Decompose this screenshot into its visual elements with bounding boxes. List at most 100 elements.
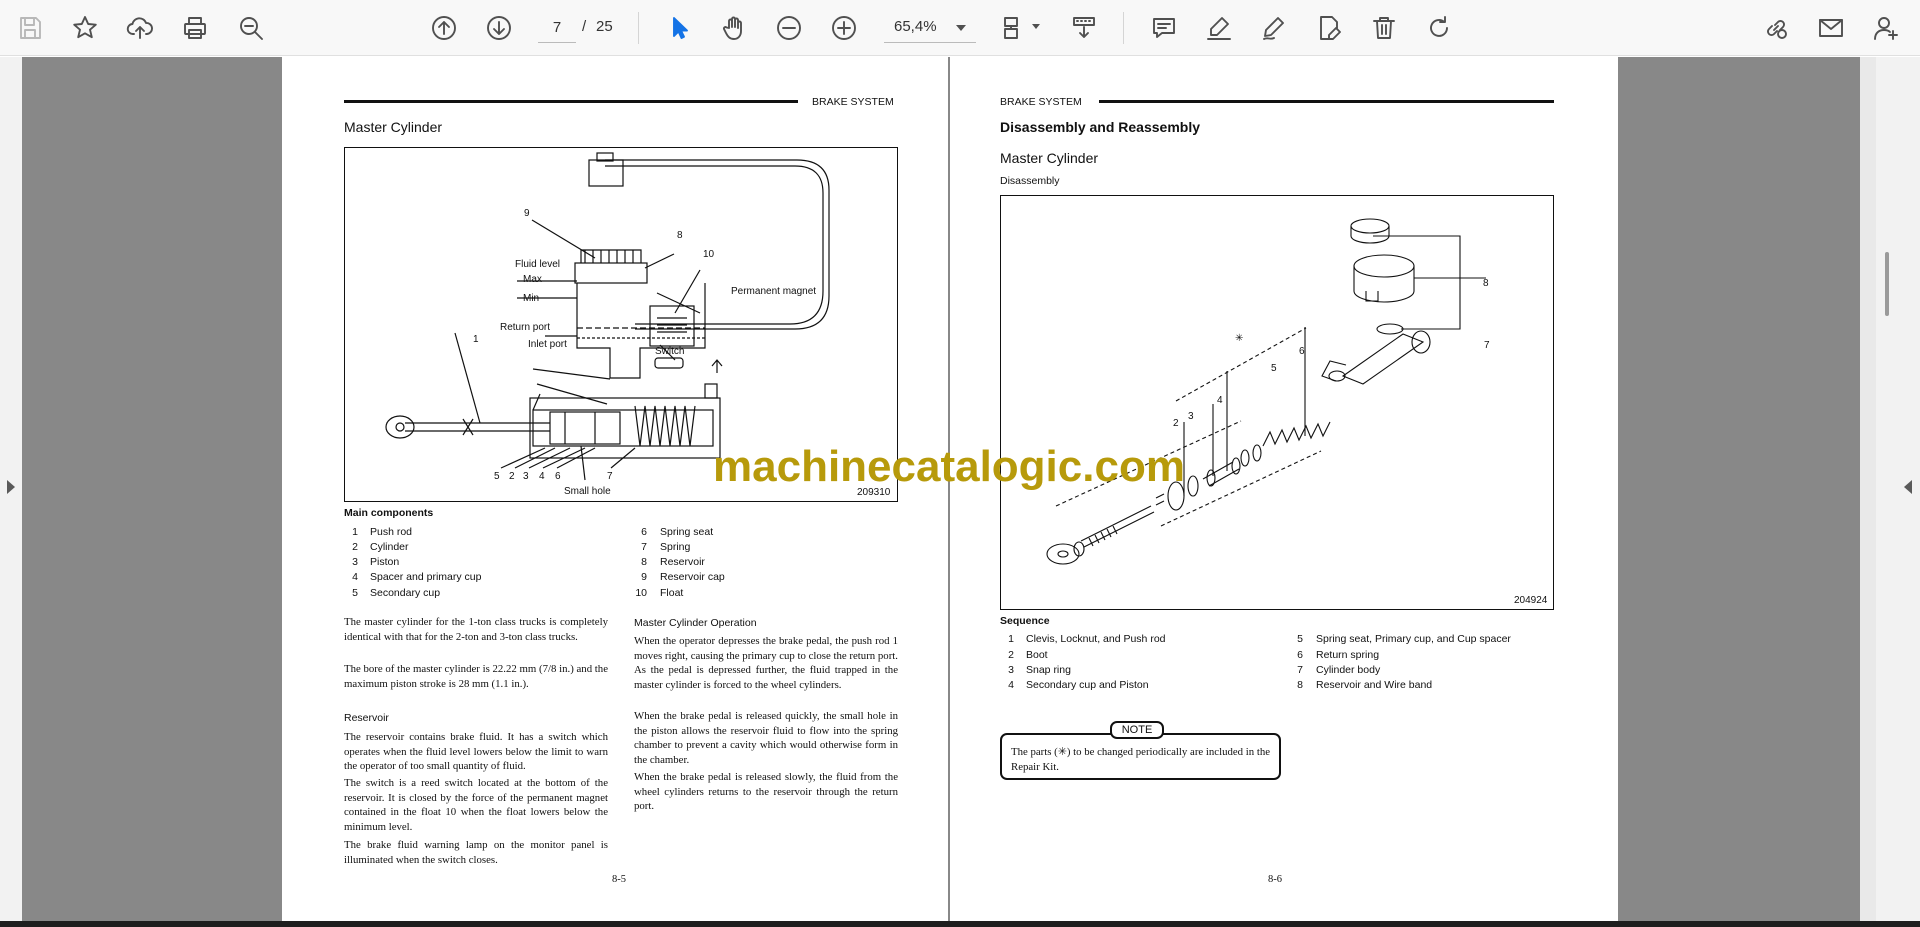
expand-right-panel-icon[interactable] — [1904, 480, 1912, 494]
upload-icon[interactable] — [122, 10, 158, 46]
running-header: BRAKE SYSTEM — [1000, 96, 1082, 108]
hand-icon[interactable] — [716, 10, 752, 46]
figure-label: Max — [523, 274, 542, 285]
pointer-icon[interactable] — [661, 10, 697, 46]
zoom-select[interactable]: 65,4% — [884, 13, 976, 43]
printer-icon[interactable] — [177, 10, 213, 46]
arrow-down-icon[interactable] — [481, 10, 517, 46]
figure-label: 3 — [523, 471, 529, 482]
figure-label: 7 — [1484, 340, 1490, 351]
figure-label: Switch — [655, 346, 684, 357]
scroll-mode-icon[interactable] — [1066, 10, 1102, 46]
sequence-label: Reservoir and Wire band — [1316, 679, 1433, 691]
highlighter-icon[interactable] — [1201, 10, 1237, 46]
left-panel-rail — [0, 57, 22, 921]
figure-label: 1 — [473, 334, 479, 345]
expand-left-panel-icon[interactable] — [7, 480, 15, 494]
right-panel-rail — [1876, 57, 1920, 921]
arrow-up-icon[interactable] — [426, 10, 462, 46]
sequence-number: 1 — [1008, 633, 1014, 645]
figure-label: Fluid level — [515, 259, 560, 270]
figure-label: Inlet port — [528, 339, 567, 350]
figure-label: Return port — [500, 322, 550, 333]
section-title: Master Cylinder — [344, 119, 443, 135]
toolbar-divider — [638, 12, 639, 44]
sequence-number: 3 — [1008, 664, 1014, 676]
running-header: BRAKE SYSTEM — [812, 96, 894, 108]
comment-icon[interactable] — [1146, 10, 1182, 46]
component-label: Reservoir cap — [660, 571, 725, 583]
page-total: 25 — [596, 18, 613, 35]
add-user-icon[interactable] — [1868, 10, 1904, 46]
figure-label: 8 — [1483, 278, 1489, 289]
sequence-label: Spring seat, Primary cup, and Cup spacer — [1316, 633, 1511, 645]
sequence-label: Return spring — [1316, 649, 1380, 661]
component-number: 3 — [352, 556, 358, 568]
component-number: 10 — [635, 587, 647, 599]
header-rule — [344, 100, 798, 103]
rotate-icon[interactable] — [1421, 10, 1457, 46]
figure-label: 7 — [607, 471, 613, 482]
save-icon[interactable] — [12, 10, 48, 46]
note-text: The parts (✳) to be changed periodically… — [1011, 746, 1271, 773]
body-paragraph: When the operator depresses the brake pe… — [634, 635, 898, 691]
figure-label: 10 — [703, 249, 715, 260]
zoom-value: 65,4% — [894, 18, 937, 35]
section-subtitle: Master Cylinder — [1000, 150, 1099, 166]
component-label: Reservoir — [660, 556, 705, 568]
page-number: 8-5 — [612, 874, 626, 885]
component-label: Push rod — [370, 526, 413, 538]
component-number: 6 — [641, 526, 647, 538]
magnifier-icon[interactable] — [233, 10, 269, 46]
body-paragraph: The bore of the master cylinder is 22.22… — [344, 663, 608, 690]
sequence-number: 7 — [1297, 664, 1303, 676]
header-rule — [1099, 100, 1554, 103]
component-number: 8 — [641, 556, 647, 568]
component-number: 7 — [641, 541, 647, 553]
body-paragraph: The master cylinder for the 1-ton class … — [344, 616, 608, 643]
figure-label: 5 — [1271, 363, 1277, 374]
pen-icon[interactable] — [1256, 10, 1292, 46]
trash-icon[interactable] — [1366, 10, 1402, 46]
zoom-in-icon[interactable] — [826, 10, 862, 46]
component-label: Cylinder — [370, 541, 409, 553]
figure-label: 9 — [524, 208, 530, 219]
page-number-input[interactable] — [538, 13, 576, 43]
sequence-label: Snap ring — [1026, 664, 1071, 676]
asterisk-icon: ✳ — [1235, 333, 1243, 344]
body-paragraph: When the brake pedal is released quickly… — [634, 710, 898, 766]
sequence-number: 5 — [1297, 633, 1303, 645]
component-number: 4 — [352, 571, 358, 583]
components-heading: Main components — [344, 507, 434, 519]
toolbar: / 25 65,4% — [0, 0, 1920, 56]
chevron-down-icon[interactable] — [1032, 24, 1040, 29]
figure-label: Min — [523, 293, 539, 304]
window-edge — [0, 921, 1920, 927]
component-label: Piston — [370, 556, 400, 568]
sequence-label: Boot — [1026, 649, 1048, 661]
mail-icon[interactable] — [1813, 10, 1849, 46]
figure-label: 3 — [1188, 411, 1194, 422]
zoom-out-icon[interactable] — [771, 10, 807, 46]
section-title: Disassembly and Reassembly — [1000, 119, 1200, 135]
figure-label: 8 — [677, 230, 683, 241]
fit-page-icon[interactable] — [996, 10, 1032, 46]
subheading: Reservoir — [344, 712, 389, 724]
body-paragraph: The brake fluid warning lamp on the moni… — [344, 839, 608, 866]
figure-label: 2 — [1173, 418, 1179, 429]
component-number: 5 — [352, 587, 358, 599]
component-number: 1 — [352, 526, 358, 538]
sequence-number: 4 — [1008, 679, 1014, 691]
scrollbar-thumb[interactable] — [1885, 252, 1889, 316]
page-separator: / — [582, 18, 587, 35]
toolbar-divider — [1123, 12, 1124, 44]
share-link-icon[interactable] — [1758, 10, 1794, 46]
section-subsubtitle: Disassembly — [1000, 175, 1060, 187]
figure-label: 5 — [494, 471, 500, 482]
edit-pdf-icon[interactable] — [1311, 10, 1347, 46]
component-number: 2 — [352, 541, 358, 553]
scrollbar[interactable] — [1860, 57, 1876, 921]
subheading: Master Cylinder Operation — [634, 617, 757, 629]
star-icon[interactable] — [67, 10, 103, 46]
component-label: Spring seat — [660, 526, 714, 538]
